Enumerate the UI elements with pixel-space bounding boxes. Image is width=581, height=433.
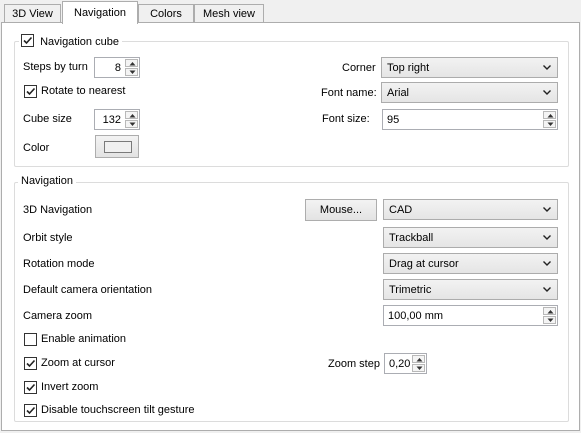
tab-mesh-view[interactable]: Mesh view [194, 4, 264, 22]
rotation-mode-label: Rotation mode [23, 258, 95, 270]
camera-zoom-value: 100,00 mm [388, 310, 444, 322]
mouse-button-label: Mouse... [319, 204, 363, 216]
orbit-style-label: Orbit style [23, 232, 73, 244]
arrow-up-icon [547, 114, 554, 118]
spin-up-button[interactable] [125, 59, 138, 67]
checkmark-icon [26, 359, 36, 368]
camera-orientation-combobox[interactable]: Trimetric [383, 279, 558, 300]
corner-combobox[interactable]: Top right [381, 57, 558, 78]
color-swatch [104, 141, 132, 153]
corner-value: Top right [387, 62, 430, 74]
font-size-label: Font size: [322, 113, 370, 125]
chevron-down-icon [543, 235, 551, 240]
disable-tilt-label: Disable touchscreen tilt gesture [41, 404, 195, 416]
cube-size-value: 132 [102, 114, 121, 126]
rotate-to-nearest-checkbox[interactable] [24, 85, 37, 98]
spin-down-button[interactable] [125, 68, 138, 76]
camera-zoom-spinbox[interactable]: 100,00 mm [383, 305, 558, 326]
spin-down-button[interactable] [543, 316, 556, 324]
navigation-cube-label: Navigation cube [40, 36, 119, 48]
steps-by-turn-spinbox[interactable]: 8 [94, 57, 140, 78]
spin-buttons [412, 355, 425, 372]
camera-orientation-value: Trimetric [389, 284, 432, 296]
spin-buttons [543, 307, 556, 324]
chevron-down-icon [543, 287, 551, 292]
tab-navigation[interactable]: Navigation [62, 1, 138, 24]
chevron-down-icon [543, 90, 551, 95]
invert-zoom-checkbox[interactable] [24, 381, 37, 394]
tab-label: Mesh view [203, 8, 255, 20]
navigation-cube-checkbox[interactable] [21, 34, 34, 47]
spin-buttons [543, 111, 556, 128]
spin-buttons [125, 59, 138, 76]
3d-navigation-label: 3D Navigation [23, 204, 93, 216]
enable-animation-label: Enable animation [41, 333, 127, 345]
orbit-style-value: Trackball [389, 232, 434, 244]
arrow-up-icon [547, 310, 554, 314]
mouse-button[interactable]: Mouse... [305, 199, 377, 221]
font-name-combobox[interactable]: Arial [381, 82, 558, 103]
cube-size-label: Cube size [23, 113, 72, 125]
arrow-down-icon [547, 122, 554, 126]
corner-label: Corner [342, 62, 376, 74]
color-picker-button[interactable] [95, 135, 139, 158]
font-size-spinbox[interactable]: 95 [382, 109, 558, 130]
arrow-down-icon [547, 318, 554, 322]
checkmark-icon [26, 406, 36, 415]
steps-by-turn-label: Steps by turn [23, 61, 88, 73]
zoom-at-cursor-checkbox[interactable] [24, 357, 37, 370]
steps-by-turn-value: 8 [114, 62, 121, 74]
arrow-down-icon [129, 122, 136, 126]
rotation-mode-value: Drag at cursor [389, 258, 459, 270]
zoom-step-spinbox[interactable]: 0,20 [384, 353, 427, 374]
spin-buttons [125, 111, 138, 128]
3d-navigation-combobox[interactable]: CAD [383, 199, 558, 220]
arrow-up-icon [129, 114, 136, 118]
navigation-cube-group-header: Navigation cube [19, 34, 122, 49]
checkmark-icon [26, 383, 36, 392]
zoom-step-value: 0,20 [389, 358, 411, 370]
tab-3d-view[interactable]: 3D View [4, 4, 61, 22]
chevron-down-icon [543, 261, 551, 266]
disable-tilt-checkbox[interactable] [24, 404, 37, 417]
rotate-to-nearest-label: Rotate to nearest [41, 85, 126, 97]
spin-down-button[interactable] [543, 120, 556, 128]
arrow-up-icon [416, 358, 423, 362]
checkmark-icon [23, 36, 33, 45]
arrow-up-icon [129, 62, 136, 66]
font-name-label: Font name: [321, 87, 377, 99]
spin-down-button[interactable] [125, 120, 138, 128]
spin-up-button[interactable] [125, 111, 138, 119]
camera-orientation-label: Default camera orientation [23, 284, 153, 296]
chevron-down-icon [543, 65, 551, 70]
zoom-at-cursor-label: Zoom at cursor [41, 357, 115, 369]
camera-zoom-label: Camera zoom [23, 310, 93, 322]
spin-up-button[interactable] [543, 111, 556, 119]
zoom-step-label: Zoom step [328, 358, 380, 370]
orbit-style-combobox[interactable]: Trackball [383, 227, 558, 248]
navigation-group-title: Navigation [18, 175, 76, 188]
tab-label: Navigation [74, 7, 126, 19]
font-name-value: Arial [387, 87, 410, 99]
checkmark-icon [26, 87, 36, 96]
arrow-down-icon [129, 70, 136, 74]
spin-up-button[interactable] [412, 355, 425, 363]
tab-label: 3D View [12, 8, 53, 20]
chevron-down-icon [543, 207, 551, 212]
spin-down-button[interactable] [412, 364, 425, 372]
spin-up-button[interactable] [543, 307, 556, 315]
enable-animation-checkbox[interactable] [24, 333, 37, 346]
tab-label: Colors [150, 8, 182, 20]
arrow-down-icon [416, 366, 423, 370]
tab-colors[interactable]: Colors [138, 4, 194, 22]
color-label: Color [23, 142, 50, 154]
3d-navigation-value: CAD [389, 204, 413, 216]
invert-zoom-label: Invert zoom [41, 381, 99, 393]
tab-panel: Navigation cube Steps by turn 8 Rotate t… [1, 22, 580, 431]
cube-size-spinbox[interactable]: 132 [94, 109, 140, 130]
rotation-mode-combobox[interactable]: Drag at cursor [383, 253, 558, 274]
font-size-value: 95 [387, 114, 400, 126]
